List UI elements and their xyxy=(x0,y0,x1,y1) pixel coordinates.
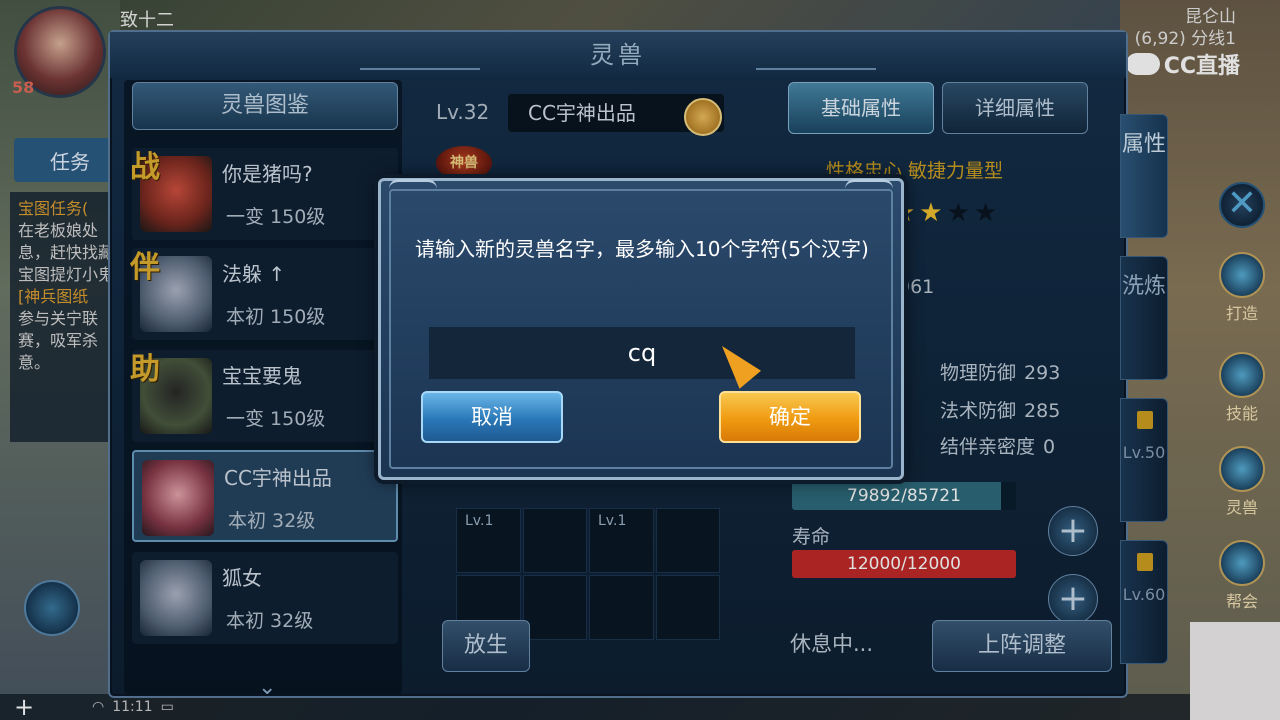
confirm-button[interactable]: 确定 xyxy=(719,391,861,443)
dialog-corner-ornament xyxy=(845,179,893,209)
rename-dialog: 请输入新的灵兽名字，最多输入10个字符(5个汉字) 取消 确定 xyxy=(378,178,904,480)
cancel-button[interactable]: 取消 xyxy=(421,391,563,443)
pet-name-input[interactable] xyxy=(429,327,855,379)
dialog-message: 请输入新的灵兽名字，最多输入10个字符(5个汉字) xyxy=(415,237,869,261)
dialog-corner-ornament xyxy=(389,179,437,209)
